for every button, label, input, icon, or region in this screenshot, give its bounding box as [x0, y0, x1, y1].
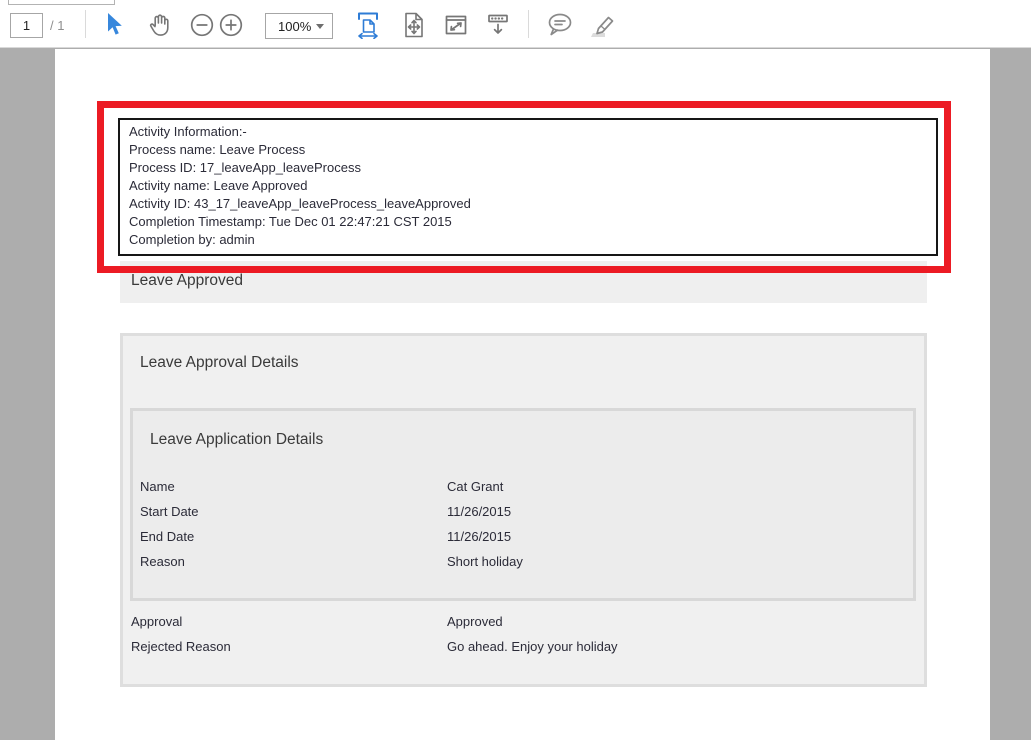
toolbar-divider [85, 10, 86, 38]
section-title: Leave Approved [131, 272, 243, 290]
pdf-page: Activity Information:- Process name: Lea… [55, 49, 990, 740]
select-tool-button[interactable] [100, 11, 128, 39]
zoom-in-icon [218, 12, 244, 38]
zoom-out-icon [189, 12, 215, 38]
field-value: 11/26/2015 [447, 529, 511, 544]
zoom-level-value: 100% [278, 19, 316, 34]
download-toolbar-icon [486, 12, 510, 38]
leave-approval-details-panel: Leave Approval Details Leave Application… [120, 333, 927, 687]
field-row-name: Name Cat Grant [140, 479, 910, 495]
comment-button[interactable] [546, 11, 574, 39]
chevron-down-icon [316, 24, 324, 29]
field-row-approval: Approval Approved [131, 614, 911, 630]
comment-bubble-icon [546, 12, 574, 38]
subpanel-title: Leave Application Details [150, 431, 323, 449]
leave-application-details-panel: Leave Application Details Name Cat Grant… [130, 408, 916, 601]
toolbar-divider [528, 10, 529, 38]
hand-icon [147, 12, 173, 38]
zoom-level-dropdown[interactable]: 100% [265, 13, 333, 39]
zoom-out-button[interactable] [188, 11, 216, 39]
field-value: 11/26/2015 [447, 504, 511, 519]
field-label: Approval [131, 614, 182, 629]
field-label: Start Date [140, 504, 199, 519]
fullscreen-icon [444, 13, 468, 37]
pdf-toolbar: / 1 100% [0, 0, 1031, 48]
red-highlight-annotation [97, 101, 951, 273]
clipped-top-control [8, 0, 115, 5]
fit-page-icon [402, 12, 426, 38]
field-value: Cat Grant [447, 479, 503, 494]
field-value: Short holiday [447, 554, 523, 569]
app-window: / 1 100% [0, 0, 1031, 740]
hand-tool-button[interactable] [146, 11, 174, 39]
field-row-reason: Reason Short holiday [140, 554, 910, 570]
field-label: Rejected Reason [131, 639, 231, 654]
page-count-label: / 1 [50, 18, 64, 33]
fullscreen-button[interactable] [442, 11, 470, 39]
fit-width-button[interactable] [354, 11, 382, 39]
field-value: Go ahead. Enjoy your holiday [447, 639, 618, 654]
field-label: Name [140, 479, 175, 494]
field-value: Approved [447, 614, 503, 629]
panel-title: Leave Approval Details [140, 354, 299, 372]
field-label: Reason [140, 554, 185, 569]
highlight-button[interactable] [588, 11, 616, 39]
page-number-input[interactable] [10, 13, 43, 38]
field-row-rejected-reason: Rejected Reason Go ahead. Enjoy your hol… [131, 639, 911, 655]
cursor-arrow-icon [103, 12, 125, 38]
field-row-start-date: Start Date 11/26/2015 [140, 504, 910, 520]
fit-page-button[interactable] [400, 11, 428, 39]
document-canvas[interactable]: Activity Information:- Process name: Lea… [0, 49, 1031, 740]
fit-width-icon [355, 11, 381, 39]
download-button[interactable] [484, 11, 512, 39]
field-label: End Date [140, 529, 194, 544]
zoom-in-button[interactable] [217, 11, 245, 39]
highlighter-pen-icon [588, 12, 616, 38]
field-row-end-date: End Date 11/26/2015 [140, 529, 910, 545]
